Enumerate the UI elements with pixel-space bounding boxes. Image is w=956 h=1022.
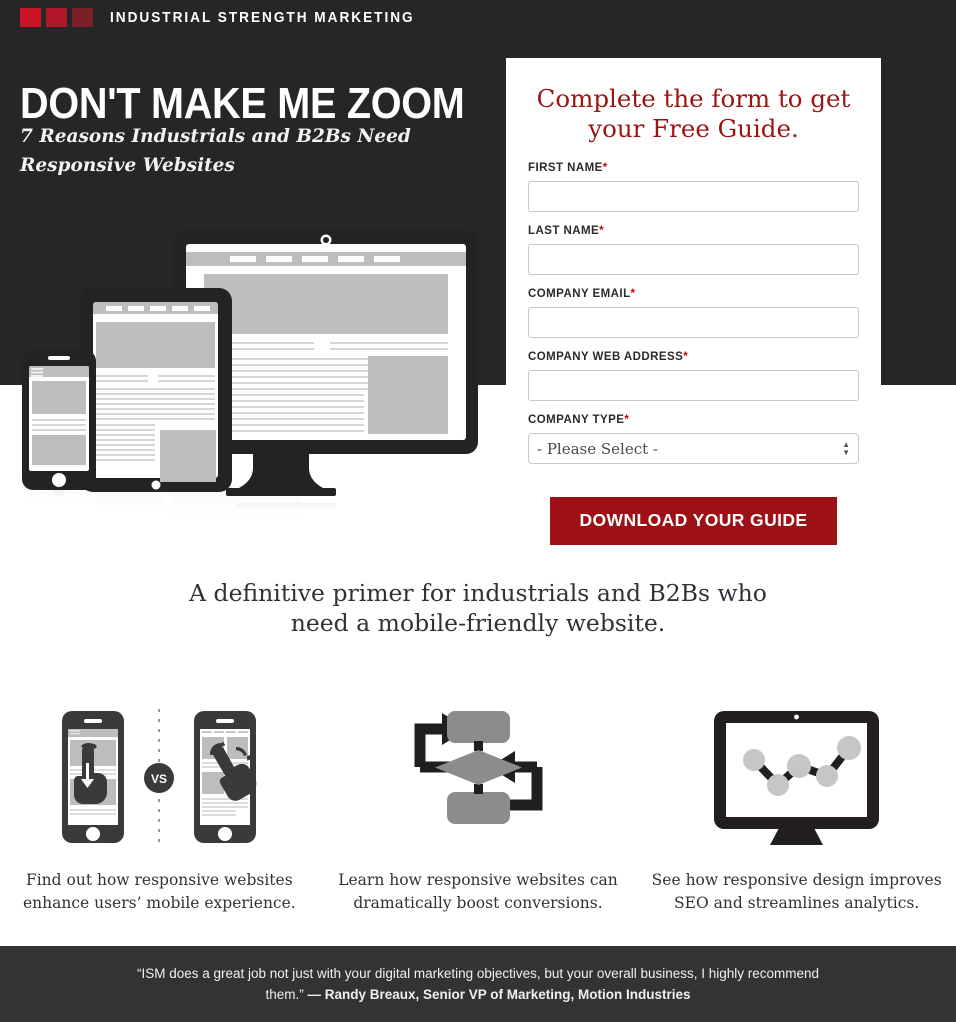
brand-logo[interactable]: INDUSTRIAL STRENGTH MARKETING	[20, 8, 434, 27]
field-first-name: FIRST NAME*	[528, 162, 859, 212]
required-marker: *	[602, 162, 608, 174]
svg-text:VS: VS	[151, 772, 167, 786]
company-email-input[interactable]	[528, 307, 859, 338]
page-subtitle: 7 Reasons Industrials and B2Bs Need Resp…	[20, 126, 411, 176]
brand-name: INDUSTRIAL STRENGTH MARKETING	[110, 9, 415, 26]
responsive-devices-illustration	[0, 218, 500, 568]
company-type-select-wrapper: - Please Select - ▲ ▼	[528, 433, 859, 464]
feature-item-mobile-experience: VS Find out how responsive websites enha…	[0, 700, 319, 915]
feature-caption: Find out how responsive websites enhance…	[22, 871, 296, 912]
feature-row: VS Find out how responsive websites enha…	[0, 700, 956, 915]
logo-square-3	[72, 8, 93, 27]
required-marker: *	[630, 288, 636, 300]
monitor-analytics-chart-icon	[704, 700, 889, 855]
company-type-select[interactable]: - Please Select -	[528, 433, 859, 464]
submit-row: DOWNLOAD YOUR GUIDE	[528, 477, 859, 569]
required-marker: *	[683, 351, 689, 363]
footer-testimonial-bar: “ISM does a great job not just with your…	[0, 946, 956, 1022]
download-guide-button[interactable]: DOWNLOAD YOUR GUIDE	[549, 497, 838, 545]
testimonial-attribution: — Randy Breaux, Senior VP of Marketing, …	[307, 987, 691, 1002]
last-name-input[interactable]	[528, 244, 859, 275]
field-company-type: COMPANY TYPE* - Please Select - ▲ ▼	[528, 414, 859, 464]
required-marker: *	[624, 414, 630, 426]
required-marker: *	[599, 225, 605, 237]
field-company-web-address: COMPANY WEB ADDRESS*	[528, 351, 859, 401]
feature-item-conversions: Learn how responsive websites can dramat…	[319, 700, 638, 915]
label-company-email: COMPANY EMAIL*	[528, 288, 636, 300]
form-title: Complete the form to get your Free Guide…	[536, 84, 851, 143]
form-fields: FIRST NAME* LAST NAME* COMPANY EMAIL* CO…	[506, 144, 881, 569]
lead-capture-form: Complete the form to get your Free Guide…	[506, 58, 881, 570]
logo-square-1	[20, 8, 41, 27]
phones-vs-comparison-icon: VS	[52, 700, 267, 855]
label-company-type: COMPANY TYPE*	[528, 414, 630, 426]
feature-item-seo-analytics: See how responsive design improves SEO a…	[637, 700, 956, 915]
label-first-name: FIRST NAME*	[528, 162, 608, 174]
field-last-name: LAST NAME*	[528, 225, 859, 275]
company-web-address-input[interactable]	[528, 370, 859, 401]
testimonial: “ISM does a great job not just with your…	[128, 963, 828, 1005]
label-company-web-address: COMPANY WEB ADDRESS*	[528, 351, 689, 363]
flowchart-conversion-icon	[406, 700, 551, 855]
label-last-name: LAST NAME*	[528, 225, 605, 237]
first-name-input[interactable]	[528, 181, 859, 212]
primer-tagline: A definitive primer for industrials and …	[189, 579, 767, 637]
logo-square-2	[46, 8, 67, 27]
landing-page: INDUSTRIAL STRENGTH MARKETING DON'T MAKE…	[0, 0, 956, 1022]
feature-caption: See how responsive design improves SEO a…	[651, 871, 942, 912]
logo-squares-icon	[20, 8, 93, 27]
feature-caption: Learn how responsive websites can dramat…	[338, 871, 618, 912]
field-company-email: COMPANY EMAIL*	[528, 288, 859, 338]
